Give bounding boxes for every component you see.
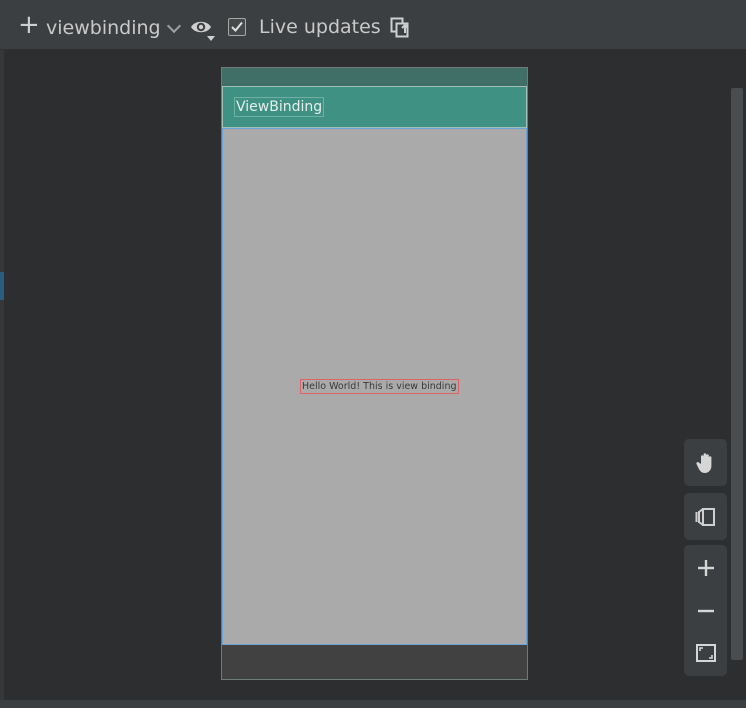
module-label: viewbinding <box>46 17 161 39</box>
bottom-status-strip <box>0 700 746 708</box>
pan-button[interactable] <box>684 441 727 484</box>
view-mode-group <box>684 493 727 540</box>
copy-refresh-icon <box>390 17 412 44</box>
status-bar <box>222 68 527 86</box>
plus-icon <box>696 558 716 578</box>
layout-editor: + viewbinding Live updates ViewBinding H… <box>0 0 746 708</box>
zoom-in-button[interactable] <box>684 546 727 589</box>
zoom-control-group <box>684 545 727 676</box>
chevron-down-icon <box>166 18 181 34</box>
editor-toolbar: + viewbinding Live updates <box>0 0 746 50</box>
app-bar-title[interactable]: ViewBinding <box>234 97 325 117</box>
vertical-scrollbar[interactable] <box>731 88 743 660</box>
zoom-out-button[interactable] <box>684 589 727 632</box>
eye-icon <box>189 16 217 49</box>
content-layout[interactable]: Hello World! This is view binding <box>222 128 527 645</box>
navigation-bar <box>222 645 527 679</box>
blueprint-toggle-button[interactable] <box>684 495 727 538</box>
check-icon <box>231 21 243 32</box>
pan-control-group <box>684 439 727 486</box>
live-updates-checkbox[interactable] <box>228 18 246 36</box>
fit-screen-icon <box>695 642 717 664</box>
add-module-button[interactable]: + <box>18 12 40 38</box>
app-bar[interactable]: ViewBinding <box>222 86 527 128</box>
visibility-button[interactable] <box>189 16 217 49</box>
live-updates-label: Live updates <box>259 16 381 38</box>
live-updates-toggle[interactable]: Live updates <box>228 16 381 38</box>
module-selector[interactable]: viewbinding <box>46 17 181 39</box>
minus-icon <box>696 601 716 621</box>
blueprint-toggle-icon <box>695 506 717 528</box>
hand-icon <box>694 451 718 475</box>
device-preview[interactable]: ViewBinding Hello World! This is view bi… <box>221 67 528 680</box>
fit-screen-button[interactable] <box>684 631 727 674</box>
plus-icon: + <box>18 10 40 40</box>
hello-text-view[interactable]: Hello World! This is view binding <box>300 379 459 394</box>
refresh-layout-button[interactable] <box>390 17 412 44</box>
